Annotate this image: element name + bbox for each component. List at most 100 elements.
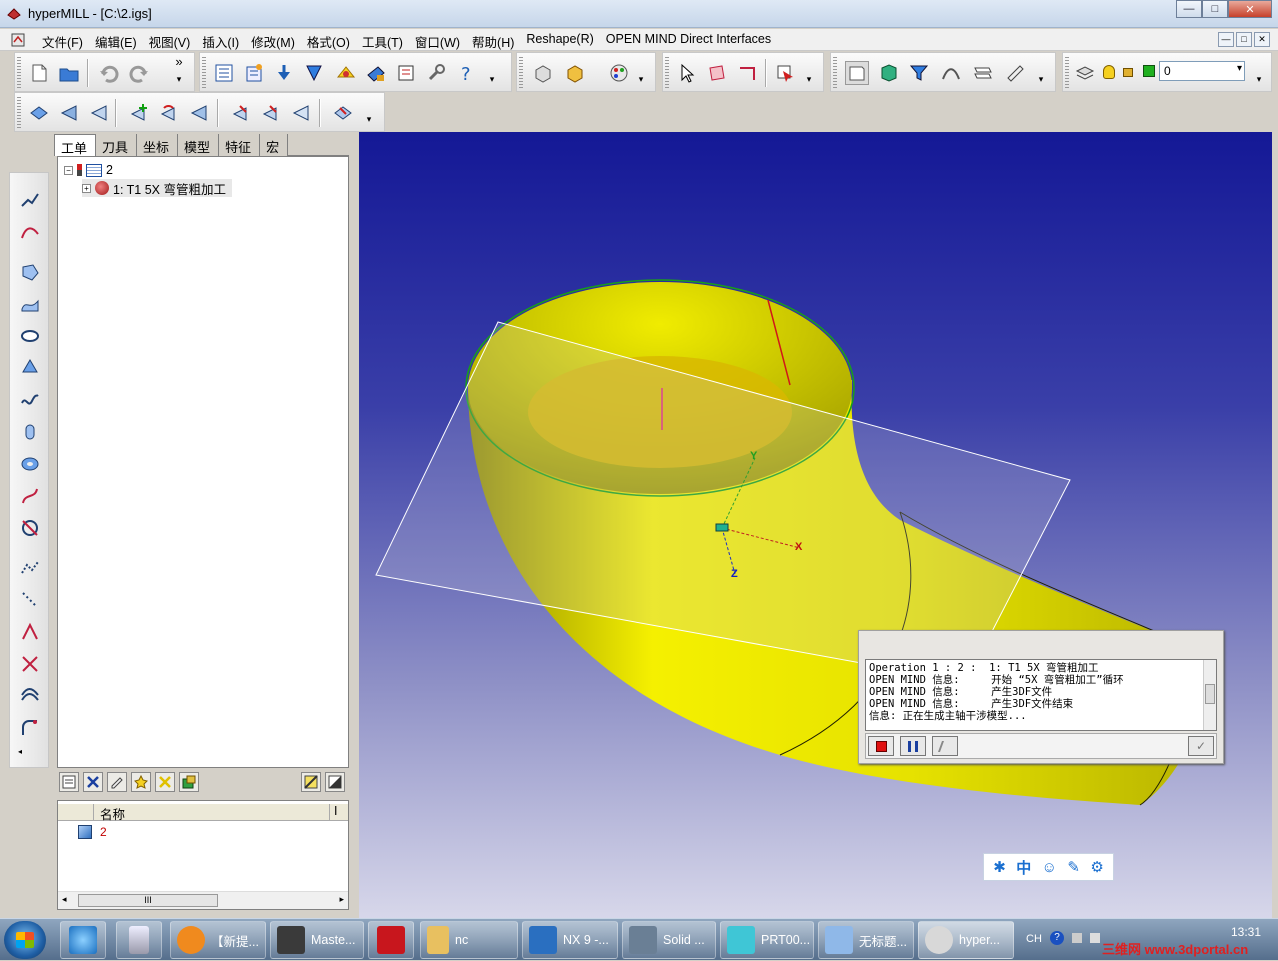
edit-job-icon[interactable] <box>107 772 127 792</box>
toolbar-dropdown-arrow[interactable]: ▾ <box>1249 71 1269 87</box>
ime-language-toggle[interactable]: 中 <box>1016 857 1031 878</box>
quick-launch-app-icon[interactable] <box>60 921 106 959</box>
menu-format[interactable]: 格式(O) <box>301 32 356 51</box>
list-header-name[interactable]: 名称 <box>94 804 330 822</box>
layer-sheet-icon[interactable] <box>845 61 869 85</box>
taskbar-item[interactable]: Maste... <box>270 921 364 959</box>
view-preview-icon[interactable] <box>301 772 321 792</box>
tab-jobs[interactable]: 工单 <box>54 134 97 156</box>
draft-analysis-icon[interactable] <box>971 61 995 85</box>
toolbar-dropdown-arrow[interactable]: ▾ <box>359 111 379 127</box>
dotted-line-icon[interactable] <box>17 587 43 613</box>
confirm-button[interactable]: ✓ <box>1188 736 1214 756</box>
menu-help[interactable]: 帮助(H) <box>466 32 520 51</box>
machine-simulation-icon[interactable] <box>364 61 388 85</box>
gear-icon[interactable]: ⚙ <box>1090 858 1103 876</box>
expand-toggle[interactable]: + <box>82 183 91 193</box>
measure-icon[interactable] <box>1003 61 1027 85</box>
open-file-icon[interactable] <box>57 61 81 85</box>
layer-color-swatch[interactable] <box>1143 65 1155 77</box>
redo-icon[interactable] <box>127 61 151 85</box>
nc-output-icon[interactable] <box>179 772 199 792</box>
hypermill-app-icon[interactable] <box>6 6 22 22</box>
tab-models[interactable]: 模型 <box>178 134 220 156</box>
list-header-icon-col[interactable] <box>58 804 94 820</box>
delete-icon[interactable] <box>83 772 103 792</box>
list-item[interactable]: 2 <box>78 825 107 839</box>
stock-model-icon[interactable] <box>531 61 555 85</box>
toolbar-grip[interactable] <box>665 57 669 89</box>
ellipse-icon[interactable] <box>17 323 43 349</box>
funnel-icon[interactable] <box>907 61 931 85</box>
maximize-button[interactable]: □ <box>1202 0 1228 18</box>
tray-clock[interactable]: 13:31 <box>1231 925 1261 939</box>
toolbar-more-arrow[interactable]: ◂ <box>18 747 22 756</box>
tab-coordinates[interactable]: 坐标 <box>137 134 179 156</box>
tree-job-row[interactable]: + 1: T1 5X 弯管粗加工 <box>82 179 232 197</box>
menu-edit[interactable]: 编辑(E) <box>89 32 143 51</box>
layers-icon[interactable] <box>1073 61 1097 85</box>
view-left-icon[interactable] <box>187 101 211 125</box>
point-curve-icon[interactable] <box>17 555 43 581</box>
toolbar-dropdown-arrow[interactable]: ▾ <box>1031 71 1051 87</box>
view-bottom-icon[interactable] <box>259 101 283 125</box>
paw-icon[interactable]: ✱ <box>993 858 1006 876</box>
menu-window[interactable]: 窗口(W) <box>409 32 466 51</box>
toolbar-dropdown-arrow[interactable]: ▾ <box>167 71 191 87</box>
select-filter-icon[interactable] <box>773 61 797 85</box>
tray-language[interactable]: CH <box>1026 933 1042 945</box>
list-header-col2[interactable]: I <box>330 804 348 820</box>
pause-button[interactable] <box>900 736 926 756</box>
select-edge-icon[interactable] <box>735 61 759 85</box>
palette-icon[interactable] <box>607 61 631 85</box>
shaded-solid-icon[interactable] <box>877 61 901 85</box>
freehand-curve-icon[interactable] <box>17 219 43 245</box>
document-icon[interactable] <box>10 32 26 48</box>
menu-file[interactable]: 文件(F) <box>36 32 89 51</box>
menu-view[interactable]: 视图(V) <box>143 32 197 51</box>
horizontal-scrollbar[interactable]: ◂ III ▸ <box>58 891 348 909</box>
layer-select[interactable]: 0 ▾ <box>1159 61 1245 81</box>
tree-root-row[interactable]: − 2 <box>64 161 113 179</box>
taskbar-item[interactable]: Solid ... <box>622 921 716 959</box>
taskbar-item[interactable]: nc <box>420 921 518 959</box>
taskbar-item[interactable]: 【新提... <box>170 921 266 959</box>
origin-marker[interactable] <box>715 523 729 532</box>
view-settings-icon[interactable] <box>331 101 355 125</box>
torus-icon[interactable] <box>17 451 43 477</box>
job-details-icon[interactable] <box>59 772 79 792</box>
rotate-view-icon[interactable] <box>157 101 181 125</box>
network-icon[interactable] <box>1072 933 1082 943</box>
curve-analysis-icon[interactable] <box>939 61 963 85</box>
help-icon[interactable]: ? <box>1050 931 1064 945</box>
pencil-icon[interactable]: ✎ <box>1067 858 1080 876</box>
tab-macros[interactable]: 宏 <box>260 134 289 156</box>
tab-features[interactable]: 特征 <box>219 134 261 156</box>
intersect-icon[interactable] <box>17 651 43 677</box>
taskbar-item[interactable] <box>368 921 414 959</box>
scroll-right-arrow[interactable]: ▸ <box>339 894 344 905</box>
taskbar-item[interactable]: NX 9 -... <box>522 921 618 959</box>
arc-curve-icon[interactable] <box>17 483 43 509</box>
part-model[interactable] <box>359 132 1272 918</box>
graphics-viewport[interactable]: Y X Z <box>359 132 1272 918</box>
menu-reshape[interactable]: Reshape(R) <box>520 32 599 51</box>
cone-icon[interactable] <box>17 355 43 381</box>
toolbar-dropdown-arrow[interactable]: ▾ <box>631 71 651 87</box>
help-icon[interactable]: ? <box>454 61 478 85</box>
trim-icon[interactable] <box>17 515 43 541</box>
tab-tools[interactable]: 刀具 <box>96 134 138 156</box>
volume-icon[interactable] <box>1090 933 1100 943</box>
surface-curve-icon[interactable] <box>17 291 43 317</box>
scroll-thumb[interactable]: III <box>78 894 218 907</box>
mdi-restore-button[interactable]: □ <box>1236 32 1252 47</box>
toolbar-grip[interactable] <box>833 57 837 89</box>
minimize-button[interactable]: — <box>1176 0 1202 18</box>
toolbar-grip[interactable] <box>17 97 21 129</box>
undo-icon[interactable] <box>97 61 121 85</box>
toolbar-dropdown-arrow[interactable]: ▾ <box>799 71 819 87</box>
view-isometric-icon[interactable] <box>27 101 51 125</box>
toolbar-grip[interactable] <box>202 57 206 89</box>
generate-icon[interactable] <box>131 772 151 792</box>
menu-openmind-interfaces[interactable]: OPEN MIND Direct Interfaces <box>600 32 777 51</box>
